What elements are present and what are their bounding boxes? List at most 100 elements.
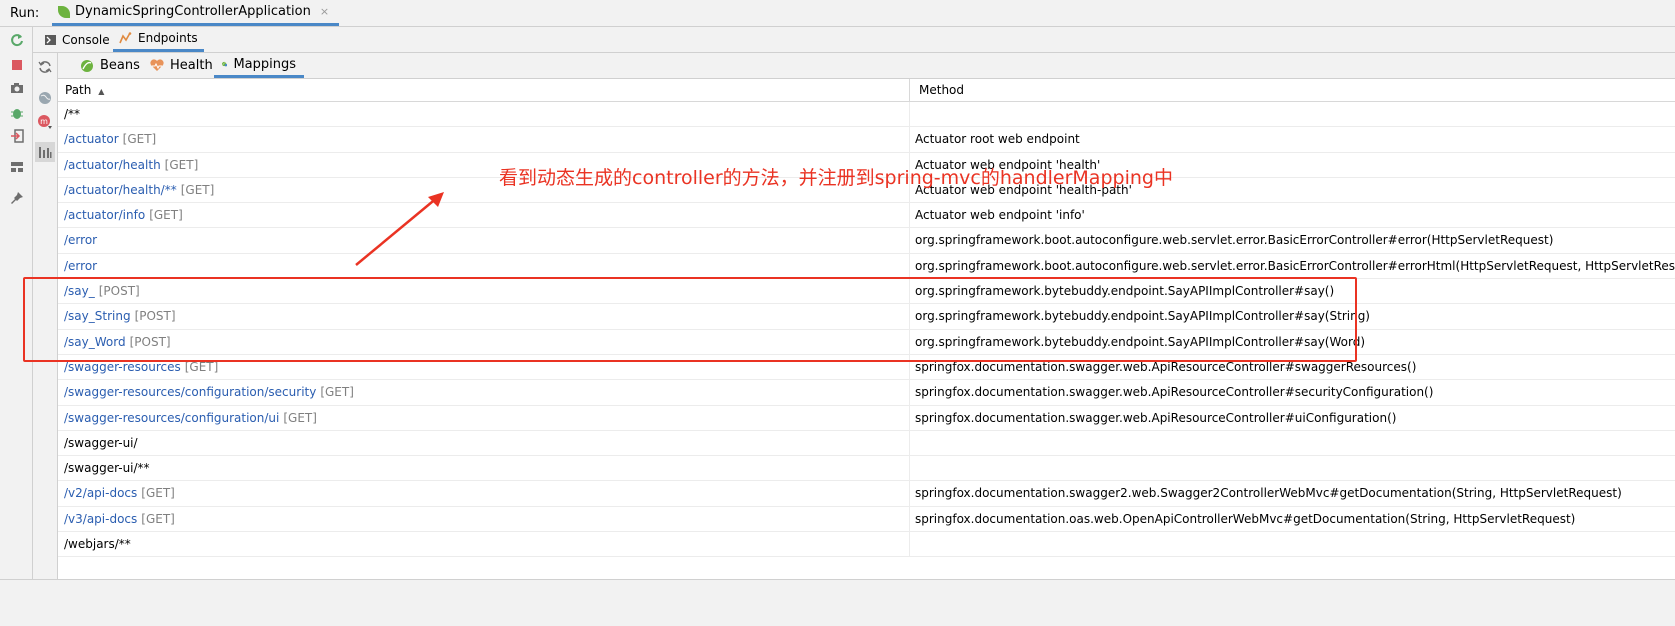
pin-icon[interactable] (9, 190, 25, 206)
table-row[interactable]: /actuator [GET] Actuator root web endpoint (58, 127, 1675, 153)
mapping-path[interactable]: /actuator/health (64, 158, 161, 172)
method-cell: springfox.documentation.swagger2.web.Swa… (915, 486, 1622, 501)
mapping-path: /swagger-ui/** (64, 461, 150, 476)
table-row[interactable]: /swagger-ui/ (58, 430, 1675, 457)
column-header-path-label: Path (65, 83, 92, 97)
mapping-path: /webjars/** (64, 537, 131, 552)
annotation-arrow-icon (355, 192, 444, 266)
method-cell: springfox.documentation.swagger.web.ApiR… (915, 410, 1397, 425)
mapping-path[interactable]: /swagger-resources/configuration/ui (64, 411, 279, 425)
mapping-path[interactable]: /actuator/info (64, 208, 145, 222)
sort-ascending-icon: ▲ (98, 87, 105, 96)
method-cell: Actuator web endpoint 'info' (915, 208, 1085, 223)
run-label: Run: (10, 6, 40, 21)
http-verb: [GET] (164, 157, 199, 172)
path-cell: /swagger-resources/configuration/ui [GET] (58, 405, 910, 430)
method-cell: org.springframework.boot.autoconfigure.w… (915, 233, 1554, 248)
mapping-path[interactable]: /swagger-resources (64, 360, 181, 374)
run-config-tab[interactable]: DynamicSpringControllerApplication × (52, 0, 340, 26)
path-cell: /v3/api-docs [GET] (58, 506, 910, 532)
close-icon[interactable]: × (320, 5, 329, 18)
mapping-path[interactable]: /actuator/health/** (64, 183, 177, 197)
camera-icon[interactable] (9, 80, 25, 96)
mapping-path[interactable]: /v3/api-docs (64, 512, 137, 526)
path-cell: /swagger-ui/ (58, 430, 910, 456)
path-cell: /actuator/info [GET] (58, 203, 910, 228)
endpoints-icon (119, 32, 132, 44)
path-cell: /error (58, 253, 910, 279)
stop-icon[interactable] (9, 57, 25, 73)
http-verb: [GET] (283, 410, 317, 425)
path-cell: /swagger-resources/configuration/securit… (58, 380, 910, 405)
tab-beans-label: Beans (100, 58, 140, 73)
tab-console[interactable]: Console (39, 27, 116, 52)
method-cell: org.springframework.boot.autoconfigure.w… (915, 258, 1675, 273)
tab-endpoints-label: Endpoints (138, 31, 198, 45)
http-verb: [GET] (141, 486, 175, 501)
bottom-status-bar (0, 579, 1675, 626)
table-row[interactable]: /v2/api-docs [GET] springfox.documentation… (58, 481, 1675, 507)
rerun-icon[interactable] (9, 32, 25, 48)
method-cell: Actuator root web endpoint (915, 132, 1080, 147)
column-header-path[interactable]: Path ▲ (58, 79, 910, 102)
http-verb: [GET] (141, 511, 175, 526)
table-row[interactable]: /swagger-ui/** (58, 456, 1675, 482)
column-header-method[interactable]: Method (910, 79, 1675, 102)
mapping-path[interactable]: /swagger-resources/configuration/securit… (64, 385, 316, 399)
mapping-path[interactable]: /actuator (64, 132, 119, 146)
mappings-icon (222, 61, 228, 67)
table-row[interactable]: /error org.springframework.boot.autoconfi… (58, 253, 1675, 280)
http-verb: [GET] (320, 385, 354, 400)
http-verb: [GET] (149, 208, 183, 223)
diagram-icon[interactable] (35, 142, 55, 162)
layout-icon[interactable] (9, 159, 25, 175)
run-config-tab-title: DynamicSpringControllerApplication (75, 4, 311, 19)
debug-icon[interactable] (9, 105, 25, 121)
tab-beans[interactable]: Beans (72, 53, 148, 78)
tab-console-label: Console (62, 32, 110, 47)
table-row[interactable]: /webjars/** (58, 532, 1675, 558)
table-row[interactable]: /v3/api-docs [GET] springfox.documentation… (58, 506, 1675, 533)
annotation-highlight-box (23, 277, 1357, 362)
path-cell: /webjars/** (58, 532, 910, 557)
table-row[interactable]: /** (58, 102, 1675, 128)
module-icon[interactable]: m (37, 114, 53, 130)
mapping-path: /swagger-ui/ (64, 435, 138, 450)
tab-endpoints[interactable]: Endpoints (113, 27, 204, 52)
tab-mappings-label: Mappings (233, 56, 296, 72)
mapping-path[interactable]: /v2/api-docs (64, 486, 137, 500)
table-row[interactable]: /actuator/info [GET] Actuator web endpoint… (58, 203, 1675, 229)
run-toolwindow-header: Run: DynamicSpringControllerApplication … (0, 0, 1675, 27)
table-row[interactable]: /swagger-resources/configuration/securit… (58, 380, 1675, 406)
tool-tabs-bar: Console Endpoints (33, 27, 1675, 53)
beans-icon (81, 59, 93, 72)
path-cell: /** (58, 102, 910, 127)
mapping-path[interactable]: /error (64, 233, 97, 247)
annotation-text: 看到动态生成的controller的方法，并注册到spring-mvc的hand… (499, 167, 1173, 189)
method-cell (910, 431, 1675, 455)
health-icon (150, 59, 164, 71)
method-cell: springfox.documentation.oas.web.OpenApiC… (915, 511, 1576, 526)
login-icon[interactable] (9, 128, 25, 144)
spring-boot-icon (58, 5, 70, 18)
path-cell: /v2/api-docs [GET] (58, 481, 910, 506)
method-cell: springfox.documentation.swagger.web.ApiR… (915, 385, 1434, 400)
refresh-icon[interactable] (37, 59, 53, 75)
table-row[interactable]: /swagger-resources/configuration/ui [GET]… (58, 405, 1675, 431)
http-verb: [GET] (122, 132, 157, 147)
globe-icon[interactable] (37, 90, 53, 106)
method-cell (910, 456, 1675, 480)
tab-health-label: Health (170, 58, 213, 73)
mapping-path: /** (64, 107, 81, 121)
endpoint-tabs-bar: Beans Health Mappings (58, 53, 1675, 79)
svg-text:m: m (40, 117, 48, 126)
table-row[interactable]: /error org.springframework.boot.autoconfi… (58, 228, 1675, 254)
method-cell (910, 532, 1675, 556)
table-header: Path ▲ Method (58, 79, 1675, 102)
tab-health[interactable]: Health (142, 53, 221, 78)
path-cell: /error (58, 228, 910, 253)
tab-mappings[interactable]: Mappings (214, 53, 304, 78)
http-verb: [GET] (184, 359, 219, 374)
mapping-path[interactable]: /error (64, 259, 97, 273)
path-cell: /actuator [GET] (58, 127, 910, 152)
